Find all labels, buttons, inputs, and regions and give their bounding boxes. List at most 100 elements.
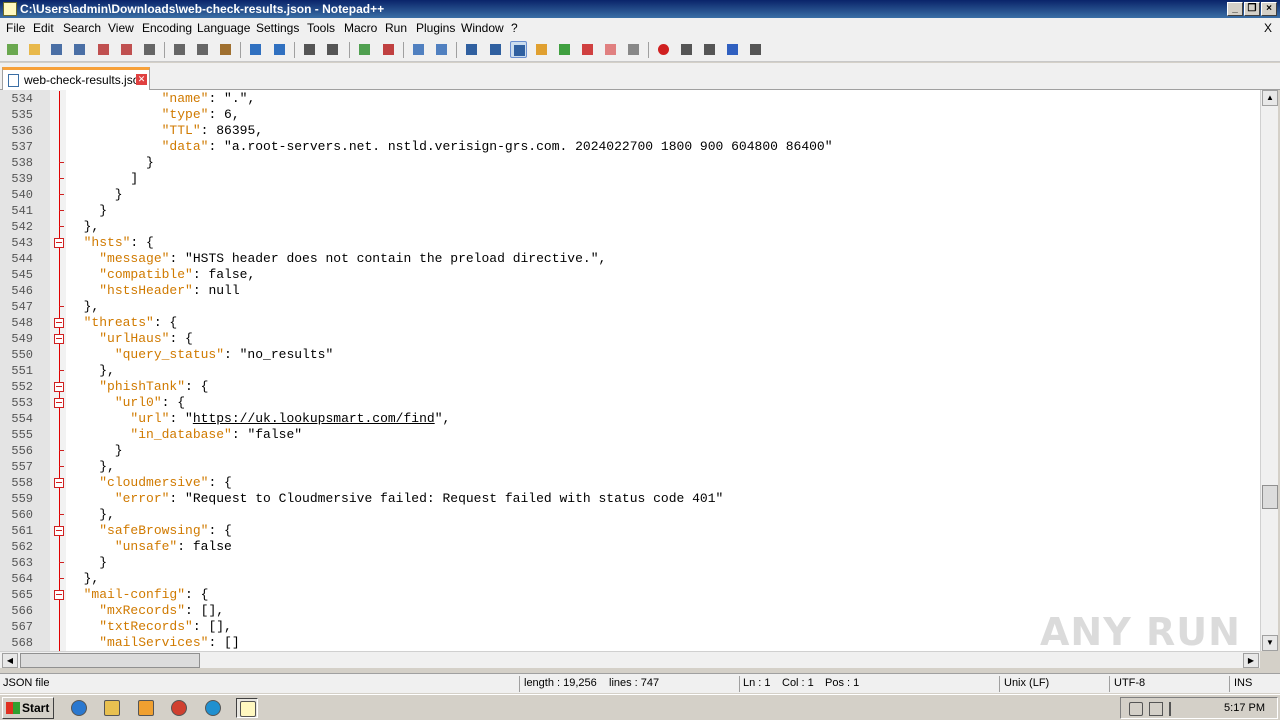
replace-button[interactable] (324, 41, 341, 58)
menu-file[interactable]: File (6, 21, 25, 35)
scroll-up-arrow-icon[interactable]: ▲ (1262, 90, 1278, 106)
code-line[interactable]: 555 "in_database": "false" (0, 427, 1260, 443)
play-macro-button[interactable] (701, 41, 718, 58)
taskbar-chrome-button[interactable] (168, 698, 190, 718)
menu-plugins[interactable]: Plugins (416, 21, 455, 35)
code-line[interactable]: 553 "url0": { (0, 395, 1260, 411)
scroll-right-arrow-icon[interactable]: ▶ (1243, 653, 1259, 668)
code-line[interactable]: 535 "type": 6, (0, 107, 1260, 123)
monitoring-button[interactable] (625, 41, 642, 58)
menu-edit[interactable]: Edit (33, 21, 54, 35)
menu-window[interactable]: Window (461, 21, 504, 35)
editor-area[interactable]: 534 "name": ".", 535 "type": 6, 536 "TTL":… (0, 90, 1260, 651)
menu-tools[interactable]: Tools (307, 21, 335, 35)
code-line[interactable]: 548 "threats": { (0, 315, 1260, 331)
zoom-out-button[interactable] (380, 41, 397, 58)
fold-toggle-icon[interactable] (54, 382, 64, 392)
close-button[interactable] (95, 41, 112, 58)
code-line[interactable]: 546 "hstsHeader": null (0, 283, 1260, 299)
fold-toggle-icon[interactable] (54, 318, 64, 328)
title-bar[interactable]: C:\Users\admin\Downloads\web-check-resul… (0, 0, 1280, 18)
menu-view[interactable]: View (108, 21, 134, 35)
code-line[interactable]: 545 "compatible": false, (0, 267, 1260, 283)
code-line[interactable]: 538 } (0, 155, 1260, 171)
save-all-button[interactable] (71, 41, 88, 58)
code-line[interactable]: 540 } (0, 187, 1260, 203)
clock[interactable]: 5:17 PM (1224, 702, 1265, 714)
scroll-left-arrow-icon[interactable]: ◀ (2, 653, 18, 668)
doc-map-button[interactable] (556, 41, 573, 58)
new-file-button[interactable] (4, 41, 21, 58)
code-line[interactable]: 549 "urlHaus": { (0, 331, 1260, 347)
scroll-down-arrow-icon[interactable]: ▼ (1262, 635, 1278, 651)
menu-language[interactable]: Language (197, 21, 250, 35)
code-line[interactable]: 536 "TTL": 86395, (0, 123, 1260, 139)
sync-horizontal-button[interactable] (433, 41, 450, 58)
tab-close-icon[interactable]: ✕ (136, 74, 147, 85)
close-window-button[interactable]: × (1261, 2, 1277, 16)
code-line[interactable]: 544 "message": "HSTS header does not con… (0, 251, 1260, 267)
folder-workspace-button[interactable] (602, 41, 619, 58)
taskbar-notepadpp-button[interactable] (236, 698, 258, 718)
fold-toggle-icon[interactable] (54, 590, 64, 600)
code-line[interactable]: 537 "data": "a.root-servers.net. nstld.v… (0, 139, 1260, 155)
menu-macro[interactable]: Macro (344, 21, 377, 35)
taskbar-explorer-button[interactable] (101, 698, 123, 718)
cut-button[interactable] (171, 41, 188, 58)
undo-button[interactable] (247, 41, 264, 58)
code-line[interactable]: 561 "safeBrowsing": { (0, 523, 1260, 539)
record-macro-button[interactable] (655, 41, 672, 58)
minimize-button[interactable]: _ (1227, 2, 1243, 16)
code-line[interactable]: 558 "cloudmersive": { (0, 475, 1260, 491)
fold-toggle-icon[interactable] (54, 398, 64, 408)
menu-search[interactable]: Search (63, 21, 101, 35)
code-line[interactable]: 547 }, (0, 299, 1260, 315)
taskbar-ie-button[interactable] (68, 698, 90, 718)
code-line[interactable]: 551 }, (0, 363, 1260, 379)
menu-help[interactable]: ? (511, 21, 518, 35)
code-line[interactable]: 550 "query_status": "no_results" (0, 347, 1260, 363)
fold-toggle-icon[interactable] (54, 238, 64, 248)
action-center-flag-icon[interactable] (1169, 702, 1183, 716)
code-line[interactable]: 539 ] (0, 171, 1260, 187)
network-icon[interactable] (1149, 702, 1163, 716)
code-line[interactable]: 542 }, (0, 219, 1260, 235)
fold-toggle-icon[interactable] (54, 478, 64, 488)
code-line[interactable]: 564 }, (0, 571, 1260, 587)
code-line[interactable]: 565 "mail-config": { (0, 587, 1260, 603)
close-document-button[interactable]: X (1264, 21, 1272, 35)
horizontal-scroll-thumb[interactable] (20, 653, 200, 668)
code-line[interactable]: 543 "hsts": { (0, 235, 1260, 251)
volume-icon[interactable] (1129, 702, 1143, 716)
tab-web-check-results[interactable]: web-check-results.json ✕ (2, 67, 150, 90)
udl-button[interactable] (533, 41, 550, 58)
code-line[interactable]: 541 } (0, 203, 1260, 219)
menu-encoding[interactable]: Encoding (142, 21, 192, 35)
indent-guide-button[interactable] (510, 41, 527, 58)
code-line[interactable]: 554 "url": "https://uk.lookupsmart.com/f… (0, 411, 1260, 427)
menu-run[interactable]: Run (385, 21, 407, 35)
word-wrap-button[interactable] (463, 41, 480, 58)
vertical-scrollbar[interactable]: ▲ ▼ (1260, 90, 1278, 651)
save-button[interactable] (48, 41, 65, 58)
code-line[interactable]: 557 }, (0, 459, 1260, 475)
zoom-in-button[interactable] (356, 41, 373, 58)
show-all-chars-button[interactable] (487, 41, 504, 58)
fold-toggle-icon[interactable] (54, 334, 64, 344)
vertical-scroll-thumb[interactable] (1262, 485, 1278, 509)
code-line[interactable]: 552 "phishTank": { (0, 379, 1260, 395)
menu-settings[interactable]: Settings (256, 21, 299, 35)
code-line[interactable]: 559 "error": "Request to Cloudmersive fa… (0, 491, 1260, 507)
restore-button[interactable]: ❐ (1244, 2, 1260, 16)
run-macro-multiple-button[interactable] (724, 41, 741, 58)
function-list-button[interactable] (579, 41, 596, 58)
redo-button[interactable] (271, 41, 288, 58)
taskbar-edge-button[interactable] (202, 698, 224, 718)
find-button[interactable] (301, 41, 318, 58)
fold-toggle-icon[interactable] (54, 526, 64, 536)
start-button[interactable]: Start (2, 697, 54, 719)
paste-button[interactable] (217, 41, 234, 58)
copy-button[interactable] (194, 41, 211, 58)
code-line[interactable]: 534 "name": ".", (0, 91, 1260, 107)
save-macro-button[interactable] (747, 41, 764, 58)
